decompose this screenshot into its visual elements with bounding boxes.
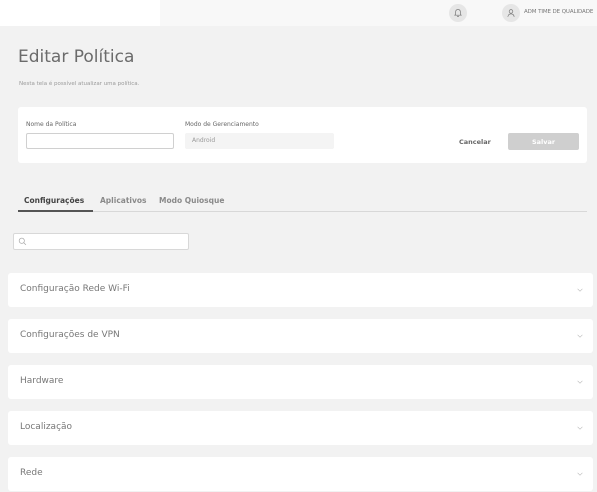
- search-input[interactable]: [30, 235, 185, 248]
- bell-icon: [454, 9, 462, 17]
- chevron-down-icon: [577, 472, 583, 476]
- chevron-down-icon: [577, 426, 583, 430]
- chevron-down-icon: [577, 380, 583, 384]
- tab-modo-quiosque[interactable]: Modo Quiosque: [159, 196, 224, 205]
- management-mode-label: Modo de Gerenciamento: [185, 121, 259, 128]
- section-localizacao[interactable]: Localização: [8, 411, 593, 445]
- top-bar: ADM TIME DE QUALIDADE: [0, 0, 597, 26]
- top-bar-left-area: [0, 0, 160, 26]
- section-title: Rede: [20, 468, 43, 478]
- section-title: Localização: [20, 422, 73, 432]
- user-name[interactable]: ADM TIME DE QUALIDADE: [524, 9, 593, 15]
- section-wifi[interactable]: Configuração Rede Wi-Fi: [8, 273, 593, 307]
- chevron-down-icon: [577, 334, 583, 338]
- notifications-button[interactable]: [449, 4, 467, 22]
- policy-form-card: Nome da Política Modo de Gerenciamento A…: [18, 107, 587, 163]
- section-vpn[interactable]: Configurações de VPN: [8, 319, 593, 353]
- chevron-down-icon: [577, 288, 583, 292]
- section-title: Configuração Rede Wi-Fi: [20, 284, 130, 294]
- policy-name-label: Nome da Política: [26, 121, 77, 128]
- search-field[interactable]: [13, 233, 189, 250]
- section-title: Configurações de VPN: [20, 330, 120, 340]
- section-rede[interactable]: Rede: [8, 457, 593, 491]
- cancel-button[interactable]: Cancelar: [459, 134, 491, 150]
- tab-configuracoes[interactable]: Configurações: [24, 196, 84, 205]
- policy-tabs: Configurações Aplicativos Modo Quiosque: [18, 193, 587, 212]
- management-mode-field: Android: [185, 133, 334, 149]
- section-hardware[interactable]: Hardware: [8, 365, 593, 399]
- user-icon: [507, 9, 515, 17]
- page-subtitle: Nesta tela é possível atualizar uma polí…: [19, 81, 140, 87]
- tab-aplicativos[interactable]: Aplicativos: [100, 196, 146, 205]
- policy-name-input[interactable]: [26, 133, 174, 149]
- save-button[interactable]: Salvar: [508, 133, 579, 150]
- user-menu-button[interactable]: [502, 4, 520, 22]
- active-tab-indicator: [18, 210, 93, 212]
- search-icon: [18, 237, 27, 246]
- page-title: Editar Política: [18, 47, 135, 67]
- section-title: Hardware: [20, 376, 64, 386]
